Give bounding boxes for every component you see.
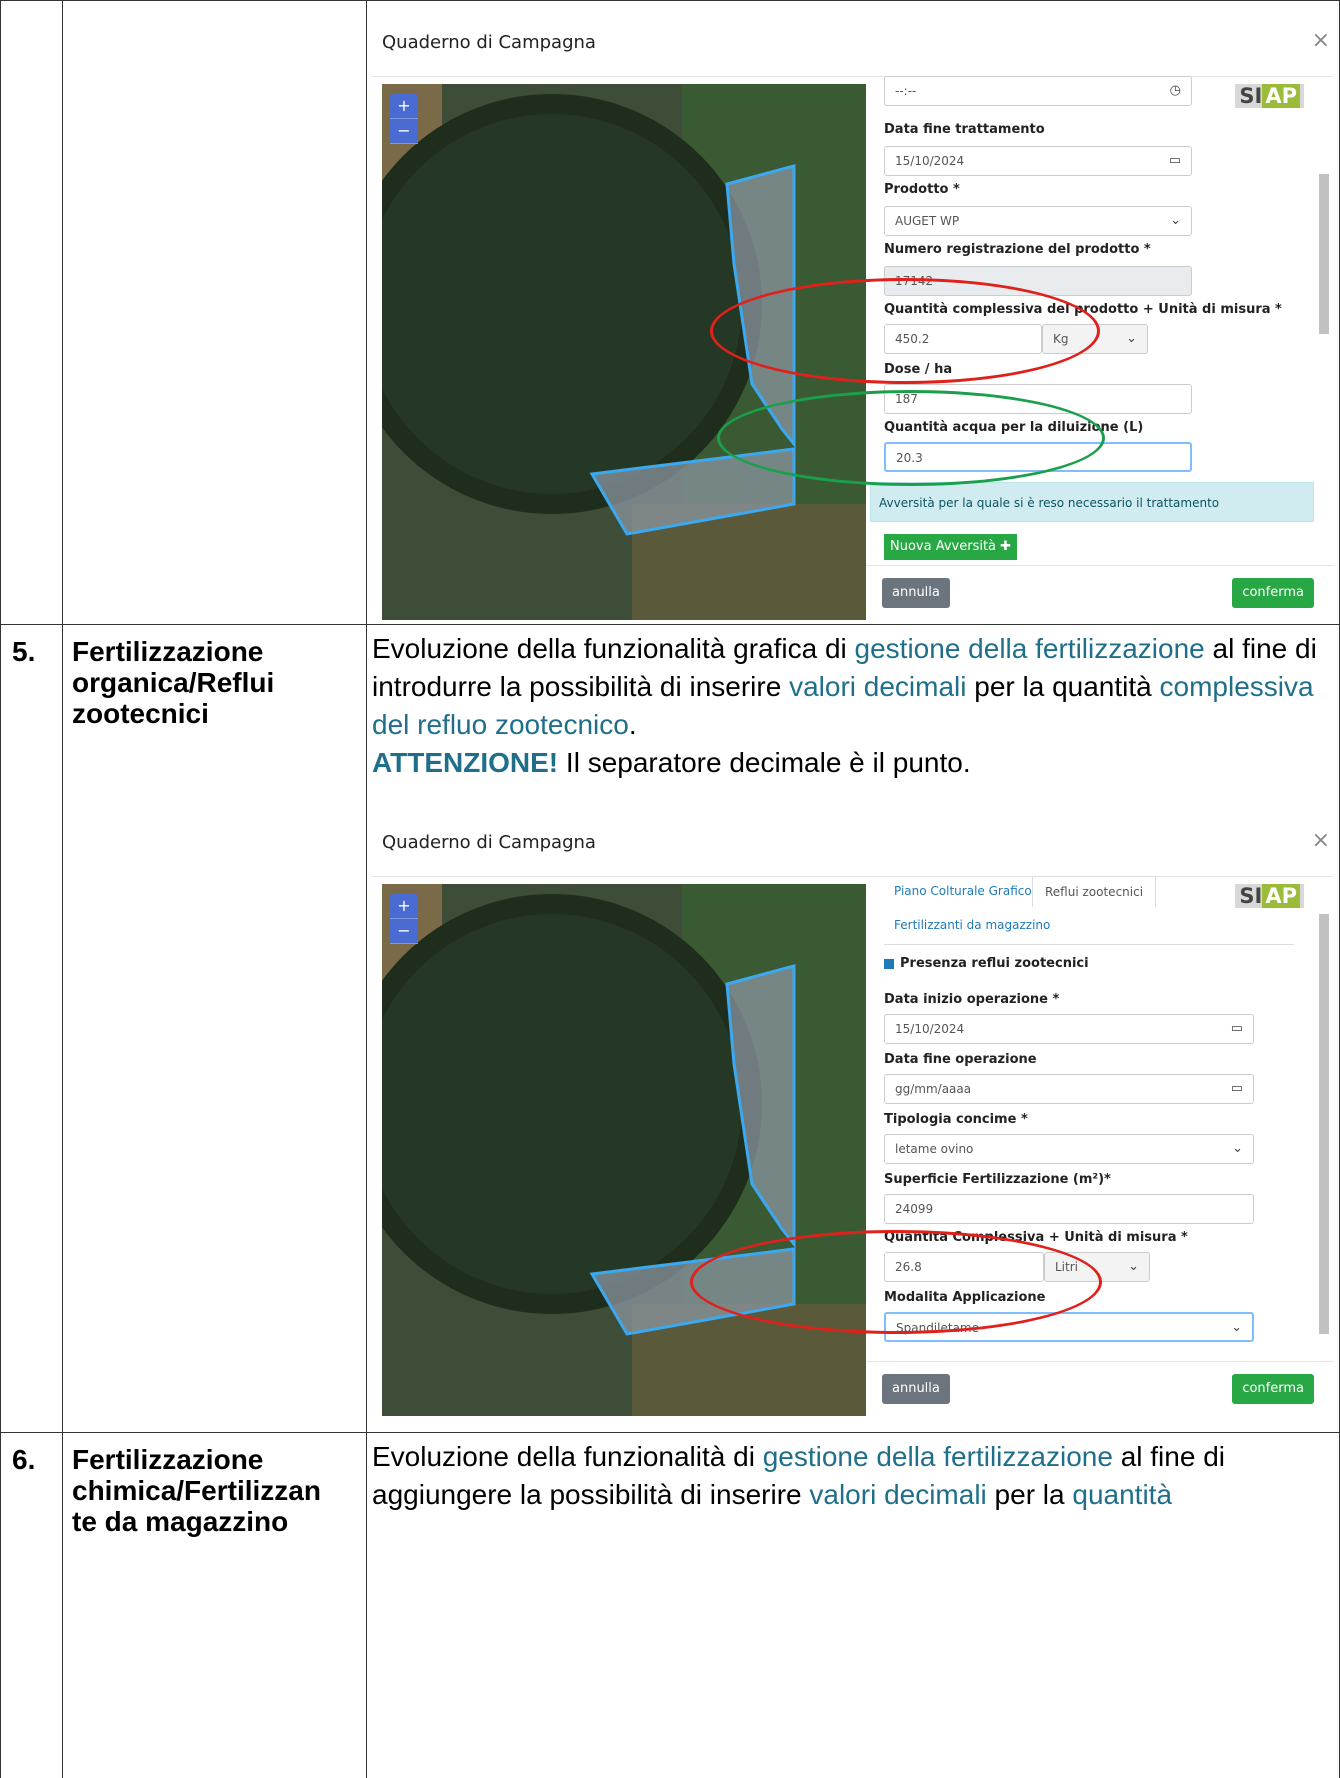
red-highlight-ellipse bbox=[690, 1230, 1102, 1334]
tab-reflui-zootecnici[interactable]: Reflui zootecnici bbox=[1032, 876, 1157, 907]
calendar-icon: ▭ bbox=[1230, 1081, 1243, 1096]
fertilizer-type-label: Tipologia concime * bbox=[884, 1112, 1028, 1127]
row-title: Fertilizzazione chimica/Fertilizzan te d… bbox=[72, 1444, 321, 1537]
checkbox-checked-icon bbox=[884, 958, 894, 969]
zoom-control[interactable]: + − bbox=[390, 894, 418, 944]
link-decimal-values[interactable]: valori decimali bbox=[789, 671, 966, 702]
dialog-header: Quaderno di Campagna × bbox=[372, 18, 1334, 77]
link-fertilization[interactable]: gestione della fertilizzazione bbox=[855, 633, 1205, 664]
dialog-title: Quaderno di Campagna bbox=[382, 832, 596, 853]
row-description: Evoluzione della funzionalità di gestion… bbox=[372, 1441, 1225, 1510]
scrollbar[interactable] bbox=[1318, 84, 1330, 566]
confirm-button[interactable]: conferma bbox=[1232, 578, 1314, 608]
attention-label: ATTENZIONE! bbox=[372, 747, 559, 778]
fertilizer-type-select[interactable]: letame ovino ⌄ bbox=[884, 1134, 1254, 1164]
form-panel: Piano Colturale Grafico Reflui zootecnic… bbox=[866, 876, 1334, 1418]
dialog-header: Quaderno di Campagna × bbox=[372, 818, 1334, 877]
table-border-top bbox=[0, 0, 1340, 1]
calendar-icon: ▭ bbox=[1230, 1021, 1243, 1036]
row-number: 5. bbox=[12, 636, 36, 667]
row-divider-6 bbox=[0, 1432, 1340, 1433]
green-highlight-ellipse bbox=[717, 390, 1105, 486]
zoom-control[interactable]: + − bbox=[390, 94, 418, 144]
cancel-button[interactable]: annulla bbox=[882, 578, 950, 608]
screenshot-treatment-dialog: Quaderno di Campagna × + − --:-- ◷ SI AP D… bbox=[372, 18, 1334, 622]
close-icon[interactable]: × bbox=[1312, 28, 1330, 53]
start-date-input[interactable]: 15/10/2024 ▭ bbox=[884, 1014, 1254, 1044]
adversity-info-box: Avversità per la quale si è reso necessa… bbox=[870, 482, 1314, 522]
registration-number-label: Numero registrazione del prodotto * bbox=[884, 242, 1151, 257]
surface-input[interactable]: 24099 bbox=[884, 1194, 1254, 1224]
start-date-label: Data inizio operazione * bbox=[884, 992, 1060, 1007]
row-number: 6. bbox=[12, 1444, 36, 1475]
end-date-input[interactable]: gg/mm/aaaa ▭ bbox=[884, 1074, 1254, 1104]
plus-icon: ✚ bbox=[1000, 539, 1012, 554]
dialog-footer: annulla conferma bbox=[866, 565, 1334, 622]
end-date-input[interactable]: 15/10/2024 ▭ bbox=[884, 146, 1192, 176]
end-date-label: Data fine trattamento bbox=[884, 122, 1045, 137]
tab-piano-colturale[interactable]: Piano Colturale Grafico bbox=[894, 884, 1032, 898]
col-divider-2 bbox=[366, 0, 367, 1778]
screenshot-fertilization-dialog: Quaderno di Campagna × + − Piano Coltura… bbox=[372, 818, 1334, 1418]
new-adversity-button[interactable]: Nuova Avversità ✚ bbox=[884, 534, 1018, 560]
tab-bar: Piano Colturale Grafico Reflui zootecnic… bbox=[884, 876, 1294, 945]
confirm-button[interactable]: conferma bbox=[1232, 1374, 1314, 1404]
link-decimal-values[interactable]: valori decimali bbox=[809, 1479, 986, 1510]
siap-logo: SI AP bbox=[1235, 84, 1304, 108]
scrollbar[interactable] bbox=[1318, 884, 1330, 1362]
dialog-title: Quaderno di Campagna bbox=[382, 32, 596, 53]
zoom-in-icon[interactable]: + bbox=[390, 94, 418, 119]
clock-icon: ◷ bbox=[1169, 83, 1181, 98]
scrollbar-thumb[interactable] bbox=[1319, 914, 1329, 1334]
zoom-out-icon[interactable]: − bbox=[390, 919, 418, 944]
row-description: Evoluzione della funzionalità grafica di… bbox=[372, 633, 1317, 778]
product-select[interactable]: AUGET WP ⌄ bbox=[884, 206, 1192, 236]
time-input[interactable]: --:-- ◷ bbox=[884, 76, 1192, 106]
chevron-down-icon: ⌄ bbox=[1231, 1320, 1242, 1335]
tab-fertilizzanti-magazzino[interactable]: Fertilizzanti da magazzino bbox=[894, 918, 1050, 932]
reflui-checkbox[interactable]: Presenza reflui zootecnici bbox=[884, 956, 1089, 971]
row-divider-5 bbox=[0, 624, 1340, 625]
chevron-down-icon: ⌄ bbox=[1128, 1259, 1139, 1274]
dialog-footer: annulla conferma bbox=[866, 1361, 1334, 1418]
chevron-down-icon: ⌄ bbox=[1126, 331, 1137, 346]
row-title: Fertilizzazione organica/Reflui zootecni… bbox=[72, 636, 275, 729]
siap-logo: SI AP bbox=[1235, 884, 1304, 908]
scrollbar-thumb[interactable] bbox=[1319, 174, 1329, 334]
calendar-icon: ▭ bbox=[1168, 153, 1181, 168]
end-date-label: Data fine operazione bbox=[884, 1052, 1037, 1067]
close-icon[interactable]: × bbox=[1312, 828, 1330, 853]
cancel-button[interactable]: annulla bbox=[882, 1374, 950, 1404]
zoom-in-icon[interactable]: + bbox=[390, 894, 418, 919]
chevron-down-icon: ⌄ bbox=[1170, 213, 1181, 228]
map-view[interactable]: + − bbox=[382, 884, 866, 1416]
red-highlight-ellipse bbox=[710, 278, 1100, 384]
surface-label: Superficie Fertilizzazione (m²)* bbox=[884, 1172, 1111, 1187]
product-label: Prodotto * bbox=[884, 182, 960, 197]
aerial-map-image bbox=[382, 884, 866, 1416]
col-border-left bbox=[0, 0, 1, 1778]
chevron-down-icon: ⌄ bbox=[1232, 1141, 1243, 1156]
link-fertilization[interactable]: gestione della fertilizzazione bbox=[763, 1441, 1113, 1472]
col-divider-1 bbox=[62, 0, 63, 1778]
zoom-out-icon[interactable]: − bbox=[390, 119, 418, 144]
link-quantity[interactable]: quantità bbox=[1072, 1479, 1172, 1510]
